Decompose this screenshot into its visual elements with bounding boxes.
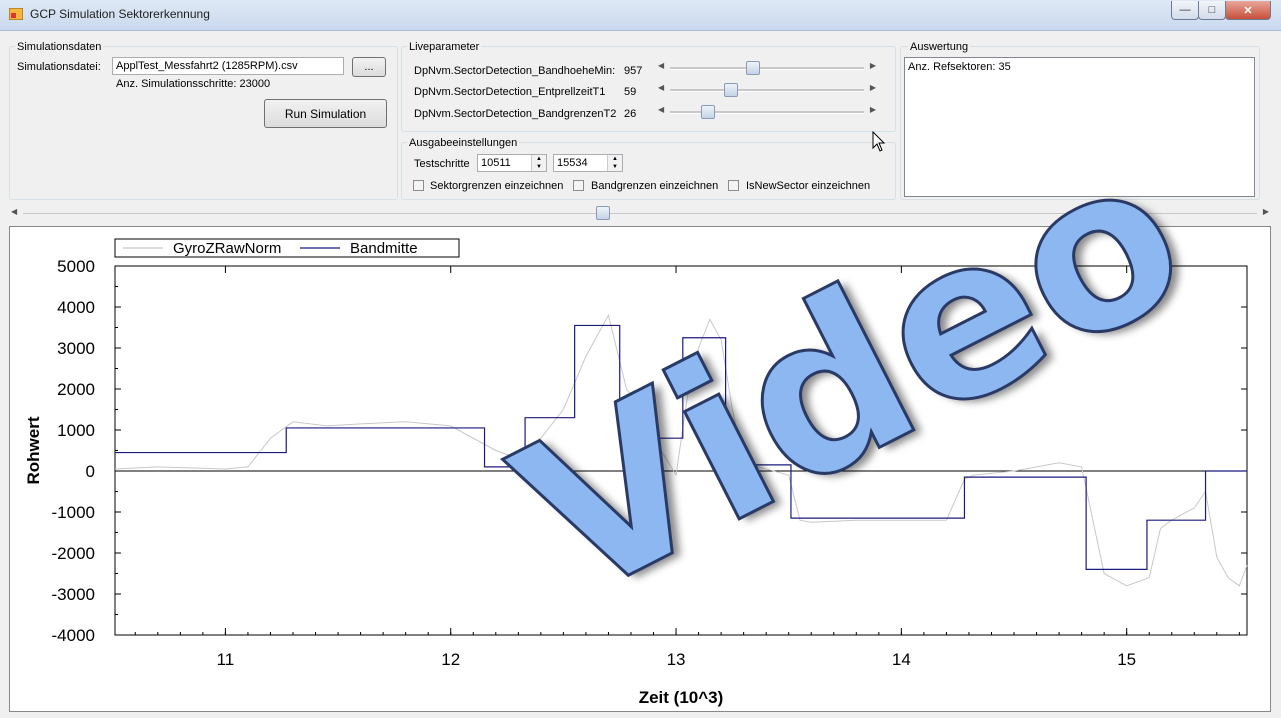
x-tick-label: 12	[441, 650, 460, 669]
y-tick-label: 4000	[57, 298, 95, 317]
y-axis-title: Rohwert	[24, 416, 43, 484]
test-steps-from[interactable]: 10511 ▲ ▼	[477, 154, 547, 172]
simulation-steps-label: Anz. Simulationsschritte: 23000	[116, 78, 271, 90]
run-simulation-button[interactable]: Run Simulation	[264, 99, 387, 128]
param-value: 957	[624, 65, 643, 77]
spin-up-icon[interactable]: ▲	[607, 155, 622, 163]
live-parameter-label: Liveparameter	[407, 41, 482, 53]
legend-entry: Bandmitte	[350, 240, 418, 257]
simulation-file-label: Simulationsdatei:	[17, 61, 101, 73]
title-bar[interactable]: GCP Simulation Sektorerkennung — □ ✕	[0, 0, 1281, 31]
spin-up-icon[interactable]: ▲	[531, 155, 546, 163]
x-tick-label: 11	[217, 650, 235, 669]
param-name: DpNvm.SectorDetection_EntprellzeitT1	[414, 86, 606, 98]
param-name: DpNvm.SectorDetection_BandhoeheMin:	[414, 65, 616, 77]
spin-down-icon[interactable]: ▼	[531, 163, 546, 171]
x-axis-title: Zeit (10^3)	[639, 688, 724, 707]
maximize-icon[interactable]: □	[1198, 1, 1226, 20]
y-tick-label: -2000	[52, 544, 95, 563]
browse-button[interactable]: ...	[352, 57, 386, 77]
param-trackbar[interactable]: ◀ ▶	[656, 105, 878, 119]
y-tick-label: 5000	[57, 257, 95, 276]
param-trackbar[interactable]: ◀ ▶	[656, 83, 878, 97]
y-tick-label: 2000	[57, 380, 95, 399]
param-value: 59	[624, 86, 637, 98]
evaluation-label: Auswertung	[908, 41, 971, 53]
y-tick-label: -3000	[52, 585, 95, 604]
x-tick-label: 13	[667, 650, 686, 669]
trackbar-thumb[interactable]	[745, 61, 760, 75]
scroll-left-icon[interactable]: ◀	[11, 207, 17, 216]
band-borders-label: Bandgrenzen einzeichnen	[591, 180, 719, 192]
scroll-right-icon[interactable]: ▶	[1263, 207, 1269, 216]
spin-down-icon[interactable]: ▼	[607, 163, 622, 171]
param-trackbar[interactable]: ◀ ▶	[656, 61, 878, 75]
sector-borders-checkbox[interactable]	[413, 180, 424, 191]
band-borders-checkbox[interactable]	[573, 180, 584, 191]
y-tick-label: -4000	[52, 626, 95, 645]
test-steps-from-value: 10511	[481, 157, 511, 169]
is-new-sector-checkbox[interactable]	[728, 180, 739, 191]
y-tick-label: 0	[86, 462, 95, 481]
scroll-right-icon[interactable]: ▶	[870, 105, 876, 114]
trackbar-thumb[interactable]	[724, 83, 738, 97]
scroll-right-icon[interactable]: ▶	[870, 61, 876, 70]
is-new-sector-label: IsNewSector einzeichnen	[746, 180, 871, 192]
legend-entry: GyroZRawNorm	[173, 240, 281, 257]
y-tick-label: 3000	[57, 339, 95, 358]
y-tick-label: -1000	[52, 503, 95, 522]
trackbar-thumb[interactable]	[700, 105, 715, 119]
app-icon	[9, 8, 23, 20]
x-tick-label: 15	[1117, 650, 1136, 669]
y-tick-label: 1000	[57, 421, 95, 440]
sector-borders-label: Sektorgrenzen einzeichnen	[430, 180, 564, 192]
x-tick-label: 14	[892, 650, 911, 669]
simulation-data-label: Simulationsdaten	[15, 41, 104, 53]
param-name: DpNvm.SectorDetection_BandgrenzenT2	[414, 108, 617, 120]
mouse-cursor-icon	[872, 131, 886, 152]
splitter-thumb[interactable]	[596, 206, 611, 220]
output-settings-label: Ausgabeeinstellungen	[407, 137, 520, 149]
scroll-left-icon[interactable]: ◀	[658, 83, 664, 92]
test-steps-to-value: 15534	[557, 157, 588, 169]
test-steps-to[interactable]: 15534 ▲ ▼	[553, 154, 623, 172]
scroll-left-icon[interactable]: ◀	[658, 61, 664, 70]
close-icon[interactable]: ✕	[1225, 1, 1271, 20]
window-title: GCP Simulation Sektorerkennung	[30, 7, 210, 21]
param-value: 26	[624, 108, 637, 120]
simulation-file-field[interactable]: ApplTest_Messfahrt2 (1285RPM).csv	[112, 57, 344, 75]
minimize-icon[interactable]: —	[1171, 1, 1199, 20]
scroll-left-icon[interactable]: ◀	[658, 105, 664, 114]
chart-panel[interactable]: 5000 4000 3000 2000 1000 0 -1000 -2000 -3000 -400…	[9, 102, 1271, 712]
test-steps-label: Testschritte	[414, 158, 470, 170]
scroll-right-icon[interactable]: ▶	[870, 83, 876, 92]
evaluation-text: Anz. Refsektoren: 35	[908, 61, 1011, 73]
